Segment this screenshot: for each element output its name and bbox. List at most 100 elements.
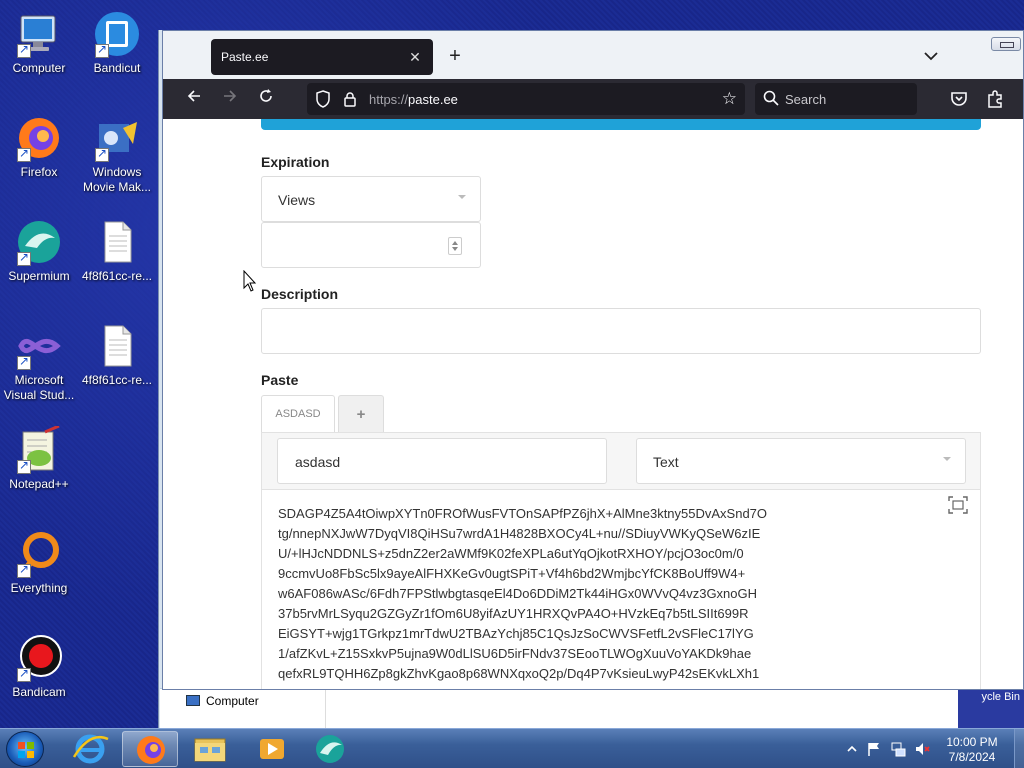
show-desktop-button[interactable] (1014, 729, 1024, 768)
tab-strip: Paste.ee ✕ + (163, 31, 1023, 79)
bandicam-icon (15, 634, 63, 682)
caret-down-icon (943, 457, 951, 461)
desktop-icon-bandicam[interactable]: Bandicam (0, 634, 78, 700)
search-bar[interactable]: Search (755, 83, 917, 115)
desktop-icon-visual-studio[interactable]: Microsoft Visual Stud... (0, 322, 78, 403)
shortcut-arrow-icon (17, 666, 31, 682)
start-button[interactable] (6, 731, 44, 767)
paste-content-line: EiGSYT+wjg1TGrkpz1mrTdwU2TBAzYchj85C1QsJ… (278, 626, 754, 641)
folder-icon (194, 738, 226, 762)
media-player-icon (260, 739, 284, 759)
desktop-icon-label: 4f8f61cc-re... (81, 269, 153, 283)
lock-icon[interactable] (343, 91, 357, 107)
supermium-icon (15, 218, 63, 266)
desktop-icon-supermium[interactable]: Supermium (0, 218, 78, 284)
description-label: Description (261, 286, 339, 302)
taskbar-file-explorer[interactable] (182, 731, 238, 767)
new-tab-button[interactable]: + (443, 45, 467, 69)
mouse-cursor-icon (243, 270, 257, 292)
paste-content-line: qefxRL9TQHH6Zp8gkZhvKgao8p68WNXqxoQ2p/Dq… (278, 666, 760, 681)
shortcut-arrow-icon (17, 458, 31, 474)
desktop-icon-label: Firefox (20, 165, 58, 179)
desktop-icon-label: Bandicam (12, 685, 66, 699)
shortcut-arrow-icon (17, 250, 31, 266)
tab-paste-ee[interactable]: Paste.ee ✕ (211, 39, 433, 75)
tab-title: Paste.ee (221, 50, 269, 64)
paste-content-line: 1/afZKvL+Z15SxkvP5ujna9W0dLlSU6D5irFNdv3… (278, 646, 752, 661)
movie-maker-icon (93, 114, 141, 162)
shortcut-arrow-icon (17, 354, 31, 370)
show-hidden-icons-icon[interactable] (844, 741, 860, 757)
restore-window-button[interactable] (991, 37, 1021, 51)
supermium-icon (316, 735, 344, 763)
search-icon (763, 90, 779, 106)
desktop-icon-computer[interactable]: Computer (0, 10, 78, 76)
shortcut-arrow-icon (17, 146, 31, 162)
caret-down-icon (458, 195, 466, 199)
computer-icon (15, 10, 63, 58)
fullscreen-icon[interactable] (948, 496, 968, 514)
chevron-down-icon[interactable] (919, 45, 943, 69)
document-icon (93, 218, 141, 266)
paste-content-line: w6AF086wASc/6Fdh7FPStlwbgtasqeEl4Do6DDiM… (278, 586, 758, 601)
reload-button[interactable] (253, 87, 279, 111)
syntax-value: Text (653, 454, 679, 470)
submit-bar-strip (261, 119, 981, 130)
desktop-icon-label: Supermium (8, 269, 70, 283)
desktop-icon-notepad-plus-plus[interactable]: Notepad++ (0, 424, 78, 492)
description-input[interactable] (261, 308, 981, 354)
syntax-select[interactable]: Text (636, 438, 966, 484)
page-viewport: Expiration Views Description Paste ASDAS… (163, 119, 1023, 689)
paste-name-input[interactable]: asdasd (277, 438, 607, 484)
explorer-nav-label: Computer (206, 694, 259, 708)
paste-tab-asdasd[interactable]: ASDASD (261, 395, 335, 433)
pocket-icon[interactable] (947, 87, 971, 111)
tracking-protection-shield-icon[interactable] (315, 90, 331, 108)
desktop-icon-movie-maker[interactable]: Windows Movie Mak... (78, 114, 156, 195)
taskbar-internet-explorer[interactable] (62, 731, 118, 767)
expiration-label: Expiration (261, 154, 330, 170)
paste-content-text: SDAGP4Z5A4tOiwpXYTn0FROfWusFVTOnSAPfPZ6j… (278, 504, 798, 684)
volume-muted-icon[interactable] (914, 741, 930, 757)
action-center-flag-icon[interactable] (866, 741, 882, 757)
desktop-icon-file-2[interactable]: 4f8f61cc-re... (78, 322, 156, 388)
number-spinner-icon[interactable] (448, 237, 462, 255)
bookmark-star-icon[interactable]: ☆ (722, 89, 737, 109)
internet-explorer-icon (72, 734, 109, 764)
extensions-puzzle-icon[interactable] (983, 87, 1007, 111)
desktop-icon-everything[interactable]: Everything (0, 530, 78, 596)
desktop-icon-firefox[interactable]: Firefox (0, 114, 78, 180)
system-clock[interactable]: 10:00 PM 7/8/2024 (935, 735, 1009, 765)
desktop-icon-file-1[interactable]: 4f8f61cc-re... (78, 218, 156, 284)
firefox-icon (15, 114, 63, 162)
address-bar[interactable]: https://paste.ee ☆ (307, 83, 745, 115)
shortcut-arrow-icon (17, 42, 31, 58)
computer-icon (186, 695, 200, 706)
paste-content-textarea[interactable]: SDAGP4Z5A4tOiwpXYTn0FROfWusFVTOnSAPfPZ6j… (262, 489, 980, 689)
add-paste-tab-button[interactable]: + (338, 395, 384, 433)
close-tab-icon[interactable]: ✕ (405, 47, 425, 67)
explorer-nav-computer[interactable]: Computer (186, 694, 259, 708)
navigation-toolbar: https://paste.ee ☆ Search (163, 79, 1023, 119)
desktop-icon-bandicut[interactable]: Bandicut (78, 10, 156, 76)
network-icon[interactable] (890, 741, 906, 757)
visual-studio-icon (15, 322, 63, 370)
recycle-bin-label-fragment: ycle Bin (958, 688, 1024, 728)
forward-button[interactable] (217, 87, 243, 111)
taskbar-firefox[interactable] (122, 731, 178, 767)
reload-icon (260, 89, 272, 102)
paste-name-value: asdasd (295, 454, 341, 470)
taskbar-media-player[interactable] (244, 731, 300, 767)
url-protocol: https:// (369, 92, 409, 107)
firefox-window: Paste.ee ✕ + https://paste.ee ☆ Search E… (162, 30, 1024, 690)
back-button[interactable] (181, 87, 207, 111)
paste-content-line: tg/nnepNXJwW7DyqVI8QiHSu7wrdA1H4828BXOCy… (278, 526, 761, 541)
taskbar-supermium[interactable] (302, 731, 358, 767)
expiration-views-input[interactable] (261, 222, 481, 268)
shortcut-arrow-icon (17, 562, 31, 578)
url-text: https://paste.ee (369, 92, 458, 107)
url-host: paste.ee (408, 92, 458, 107)
expiration-type-select[interactable]: Views (261, 176, 481, 222)
paste-content-line: SDAGP4Z5A4tOiwpXYTn0FROfWusFVTOnSAPfPZ6j… (278, 506, 768, 521)
clock-date: 7/8/2024 (948, 750, 996, 764)
